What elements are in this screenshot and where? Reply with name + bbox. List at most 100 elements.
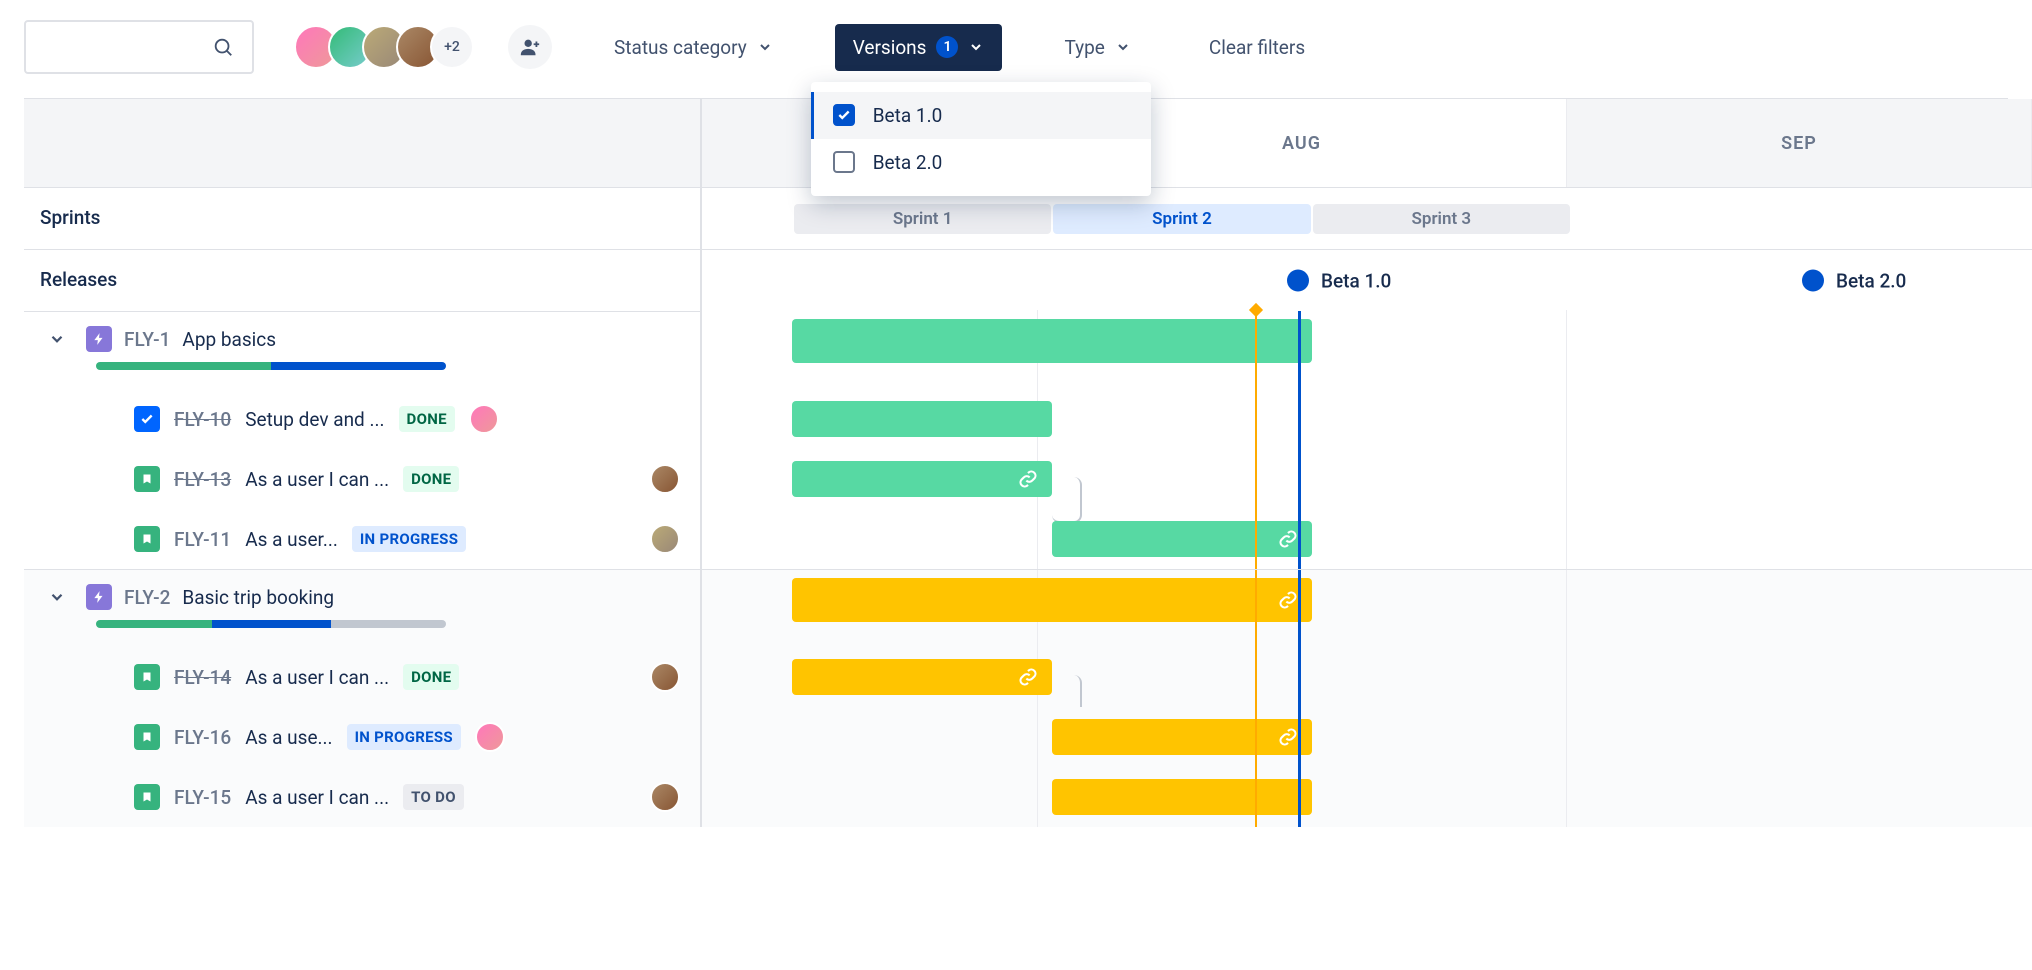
story-timeline-cell — [702, 767, 2032, 827]
sprint-pill[interactable]: Sprint 3 — [1313, 204, 1570, 234]
avatar-overflow[interactable]: +2 — [430, 25, 474, 69]
story-timeline-cell — [702, 449, 2032, 509]
sprints-row-label: Sprints — [24, 187, 702, 249]
story-row[interactable]: FLY-11 As a user... IN PROGRESS — [24, 509, 702, 569]
issue-title: Setup dev and ... — [245, 408, 384, 431]
sprint-pill[interactable]: Sprint 1 — [794, 204, 1051, 234]
dropdown-option[interactable]: Beta 1.0 — [811, 92, 1151, 139]
epic-row[interactable]: FLY-1 App basics — [24, 311, 702, 389]
versions-dropdown: Beta 1.0 Beta 2.0 — [811, 82, 1151, 196]
release-label: Beta 2.0 — [1836, 269, 1906, 292]
story-icon — [134, 466, 160, 492]
assignee-avatar[interactable] — [650, 662, 680, 692]
type-filter[interactable]: Type — [1046, 24, 1148, 71]
option-label: Beta 2.0 — [873, 151, 943, 174]
story-icon — [134, 664, 160, 690]
sidebar-header — [24, 99, 702, 187]
task-icon — [134, 406, 160, 432]
link-icon — [1278, 590, 1298, 610]
search-icon — [212, 36, 234, 58]
release-label: Beta 1.0 — [1321, 269, 1391, 292]
story-row[interactable]: FLY-15 As a user I can ... TO DO — [24, 767, 702, 827]
dropdown-option[interactable]: Beta 2.0 — [811, 139, 1151, 186]
status-category-filter[interactable]: Status category — [596, 24, 791, 71]
story-row[interactable]: FLY-13 As a user I can ... DONE — [24, 449, 702, 509]
chevron-down-icon — [968, 39, 984, 55]
link-icon — [1278, 529, 1298, 549]
assignee-avatars[interactable]: +2 — [294, 25, 474, 69]
release-line — [1298, 311, 1301, 389]
epic-timeline-cell — [702, 569, 2032, 647]
epic-progress — [96, 362, 446, 370]
story-icon — [134, 526, 160, 552]
status-badge: IN PROGRESS — [352, 526, 466, 552]
issue-title: App basics — [182, 328, 276, 351]
clear-filters-button[interactable]: Clear filters — [1209, 36, 1305, 59]
epic-icon — [86, 584, 112, 610]
chevron-down-icon[interactable] — [48, 330, 66, 348]
issue-title: As a user... — [245, 528, 338, 551]
issue-title: Basic trip booking — [182, 586, 334, 609]
story-icon — [134, 784, 160, 810]
story-row[interactable]: FLY-10 Setup dev and ... DONE — [24, 389, 702, 449]
checkbox-checked-icon — [833, 104, 855, 126]
link-icon — [1018, 469, 1038, 489]
epic-progress — [96, 620, 446, 628]
release-marker[interactable]: Beta 2.0 — [1802, 269, 1906, 292]
filter-label: Status category — [614, 36, 747, 59]
issue-key: FLY-11 — [174, 528, 231, 551]
gantt-bar[interactable] — [792, 659, 1052, 695]
story-timeline-cell — [702, 509, 2032, 569]
status-badge: TO DO — [403, 784, 464, 810]
status-badge: DONE — [403, 466, 459, 492]
release-marker[interactable]: Beta 1.0 — [1287, 269, 1391, 292]
gantt-bar[interactable] — [792, 319, 1312, 363]
sprints-timeline-row: Sprint 1 Sprint 2 Sprint 3 — [702, 187, 2032, 249]
link-icon — [1278, 727, 1298, 747]
release-dot-icon — [1287, 270, 1309, 292]
assignee-avatar[interactable] — [650, 782, 680, 812]
release-dot-icon — [1802, 270, 1824, 292]
issue-key: FLY-13 — [174, 468, 231, 491]
gantt-bar[interactable] — [1052, 521, 1312, 557]
story-row[interactable]: FLY-14 As a user I can ... DONE — [24, 647, 702, 707]
gantt-bar[interactable] — [1052, 719, 1312, 755]
search-input[interactable] — [24, 20, 254, 74]
add-person-icon — [519, 36, 541, 58]
chevron-down-icon — [1115, 39, 1131, 55]
issue-key: FLY-15 — [174, 786, 231, 809]
add-person-button[interactable] — [508, 25, 552, 69]
filter-count-badge: 1 — [936, 36, 958, 58]
gantt-bar[interactable] — [792, 578, 1312, 622]
gantt-bar[interactable] — [792, 401, 1052, 437]
option-label: Beta 1.0 — [873, 104, 943, 127]
assignee-avatar[interactable] — [469, 404, 499, 434]
epic-icon — [86, 326, 112, 352]
story-row[interactable]: FLY-16 As a use... IN PROGRESS — [24, 707, 702, 767]
assignee-avatar[interactable] — [650, 464, 680, 494]
epic-row[interactable]: FLY-2 Basic trip booking — [24, 569, 702, 647]
epic-timeline-cell — [702, 311, 2032, 389]
assignee-avatar[interactable] — [650, 524, 680, 554]
issue-title: As a user I can ... — [245, 468, 389, 491]
status-badge: IN PROGRESS — [347, 724, 461, 750]
gantt-bar[interactable] — [792, 461, 1052, 497]
issue-title: As a user I can ... — [245, 786, 389, 809]
issue-key: FLY-16 — [174, 726, 231, 749]
issue-title: As a use... — [245, 726, 332, 749]
link-icon — [1018, 667, 1038, 687]
story-timeline-cell — [702, 389, 2032, 449]
filter-label: Versions — [853, 36, 927, 59]
issue-title: As a user I can ... — [245, 666, 389, 689]
checkbox-unchecked-icon — [833, 151, 855, 173]
chevron-down-icon[interactable] — [48, 588, 66, 606]
sprint-pill[interactable]: Sprint 2 — [1053, 204, 1310, 234]
gantt-bar[interactable] — [1052, 779, 1312, 815]
versions-filter[interactable]: Versions 1 — [835, 24, 1003, 71]
status-badge: DONE — [403, 664, 459, 690]
releases-row-label: Releases — [24, 249, 702, 311]
chevron-down-icon — [757, 39, 773, 55]
story-timeline-cell — [702, 707, 2032, 767]
assignee-avatar[interactable] — [475, 722, 505, 752]
issue-key: FLY-14 — [174, 666, 231, 689]
